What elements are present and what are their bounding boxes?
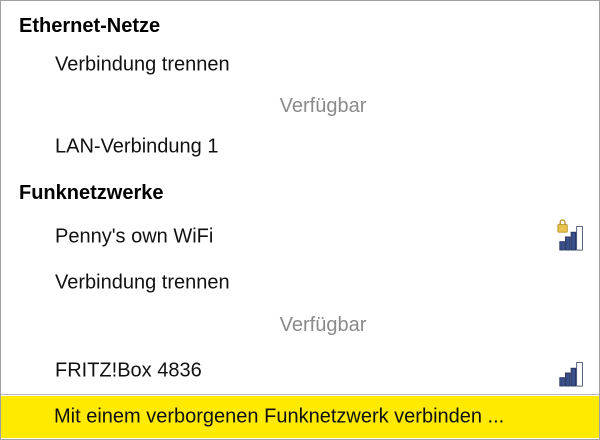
menu-divider xyxy=(1,394,599,395)
ethernet-available-label: Verfügbar xyxy=(279,95,367,117)
wifi-network-label: FRITZ!Box 4836 xyxy=(55,359,202,382)
ethernet-section-header: Ethernet-Netze xyxy=(19,15,161,37)
lan-connection-item[interactable]: LAN-Verbindung 1 xyxy=(1,127,599,167)
connect-hidden-network-label: Mit einem verborgenen Funknetzwerk verbi… xyxy=(54,405,505,428)
wifi-network-item[interactable]: FRITZ!Box 4836 xyxy=(1,351,599,391)
lan-connection-label: LAN-Verbindung 1 xyxy=(55,135,219,158)
connect-hidden-network-item[interactable]: Mit einem verborgenen Funknetzwerk verbi… xyxy=(1,396,599,438)
wifi-connected-item[interactable]: Penny's own WiFi xyxy=(1,217,599,257)
wifi-available-label: Verfügbar xyxy=(279,314,367,336)
wifi-disconnect-label: Verbindung trennen xyxy=(55,271,230,294)
wifi-connected-label: Penny's own WiFi xyxy=(55,225,214,248)
wireless-section-header: Funknetzwerke xyxy=(19,182,164,204)
network-menu: Ethernet-Netze Verbindung trennen Verfüg… xyxy=(0,0,600,440)
ethernet-disconnect-label: Verbindung trennen xyxy=(55,53,230,76)
signal-strength-icon xyxy=(559,362,583,387)
ethernet-disconnect-item[interactable]: Verbindung trennen xyxy=(1,45,599,85)
wifi-disconnect-item[interactable]: Verbindung trennen xyxy=(1,263,599,303)
secured-signal-strength-icon xyxy=(557,219,583,251)
lock-icon xyxy=(557,219,568,233)
